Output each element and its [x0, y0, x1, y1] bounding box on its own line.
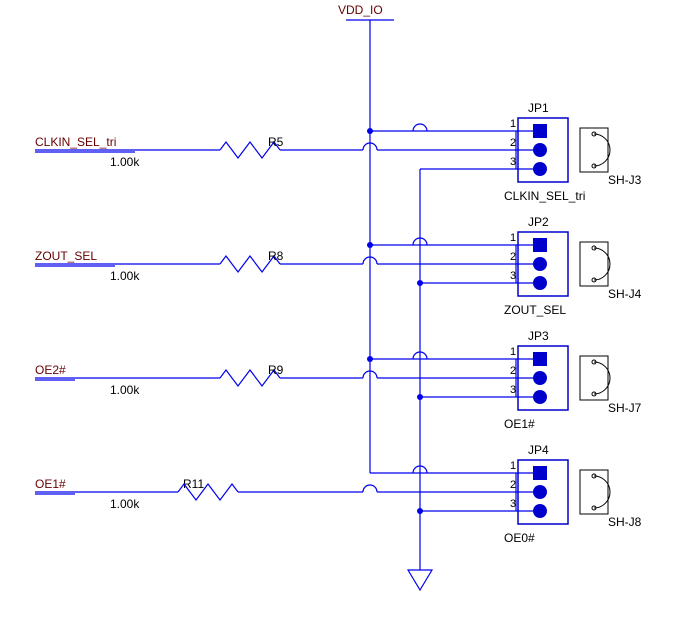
svg-text:1: 1: [510, 460, 516, 472]
svg-text:3: 3: [510, 384, 516, 396]
shunt-j2: SH-J7: [608, 401, 642, 415]
svg-text:3: 3: [510, 270, 516, 282]
gnd-bus: [408, 124, 510, 590]
resistor-r0-ref: R5: [268, 135, 284, 149]
row-oe1: OE1# R11 1.00k 1 2 3 JP4 OE0# SH-J8: [35, 443, 642, 545]
shunt-j1: SH-J4: [608, 287, 642, 301]
shunt-j3: SH-J8: [608, 515, 642, 529]
resistor-r2-val: 1.00k: [110, 383, 140, 397]
jumper-j3-ref: JP4: [528, 443, 549, 457]
svg-text:3: 3: [510, 156, 516, 168]
row-oe2: OE2# R9 1.00k 1 2 3 JP3 OE1# SH-J7: [35, 329, 642, 431]
jumper-jp3: 1 2 3 JP3 OE1# SH-J7: [504, 329, 642, 431]
svg-text:1: 1: [510, 118, 516, 130]
jumper-j3-name: OE0#: [504, 531, 535, 545]
row-clkin-sel: CLKIN_SEL_tri R5 1.00k 1 2 3 JP1 CLKIN_S…: [35, 101, 642, 203]
resistor-r3-ref: R11: [183, 477, 204, 491]
svg-text:2: 2: [510, 137, 516, 149]
power-vdd-label: VDD_IO: [338, 3, 383, 17]
svg-text:2: 2: [510, 365, 516, 377]
resistor-r3-val: 1.00k: [110, 497, 140, 511]
jumper-j2-ref: JP3: [528, 329, 549, 343]
jumper-jp4: 1 2 3 JP4 OE0# SH-J8: [504, 443, 642, 545]
jumper-jp1: 1 2 3 JP1 CLKIN_SEL_tri SH-J3: [504, 101, 642, 203]
svg-text:3: 3: [510, 498, 516, 510]
resistor-r1-ref: R8: [268, 249, 284, 263]
netlabel-n0: CLKIN_SEL_tri: [35, 135, 116, 149]
schematic: VDD_IO: [0, 0, 696, 629]
svg-text:1: 1: [510, 232, 516, 244]
netlabel-n2: OE2#: [35, 363, 66, 377]
jumper-j0-name: CLKIN_SEL_tri: [504, 189, 585, 203]
shunt-j0: SH-J3: [608, 173, 642, 187]
netlabel-n3: OE1#: [35, 477, 66, 491]
svg-text:2: 2: [510, 479, 516, 491]
jumper-j1-ref: JP2: [528, 215, 549, 229]
power-vdd: VDD_IO: [338, 3, 510, 492]
svg-text:2: 2: [510, 251, 516, 263]
jumper-j2-name: OE1#: [504, 417, 535, 431]
jumper-j1-name: ZOUT_SEL: [504, 303, 566, 317]
resistor-r1-val: 1.00k: [110, 269, 140, 283]
netlabel-n1: ZOUT_SEL: [35, 249, 97, 263]
row-zout-sel: ZOUT_SEL R8 1.00k 1 2 3 JP2 ZOUT_SEL: [35, 215, 642, 317]
svg-text:1: 1: [510, 346, 516, 358]
jumper-j0-ref: JP1: [528, 101, 549, 115]
resistor-r2-ref: R9: [268, 363, 284, 377]
resistor-r0-val: 1.00k: [110, 155, 140, 169]
jumper-jp2: 1 2 3 JP2 ZOUT_SEL SH-J4: [504, 215, 642, 317]
